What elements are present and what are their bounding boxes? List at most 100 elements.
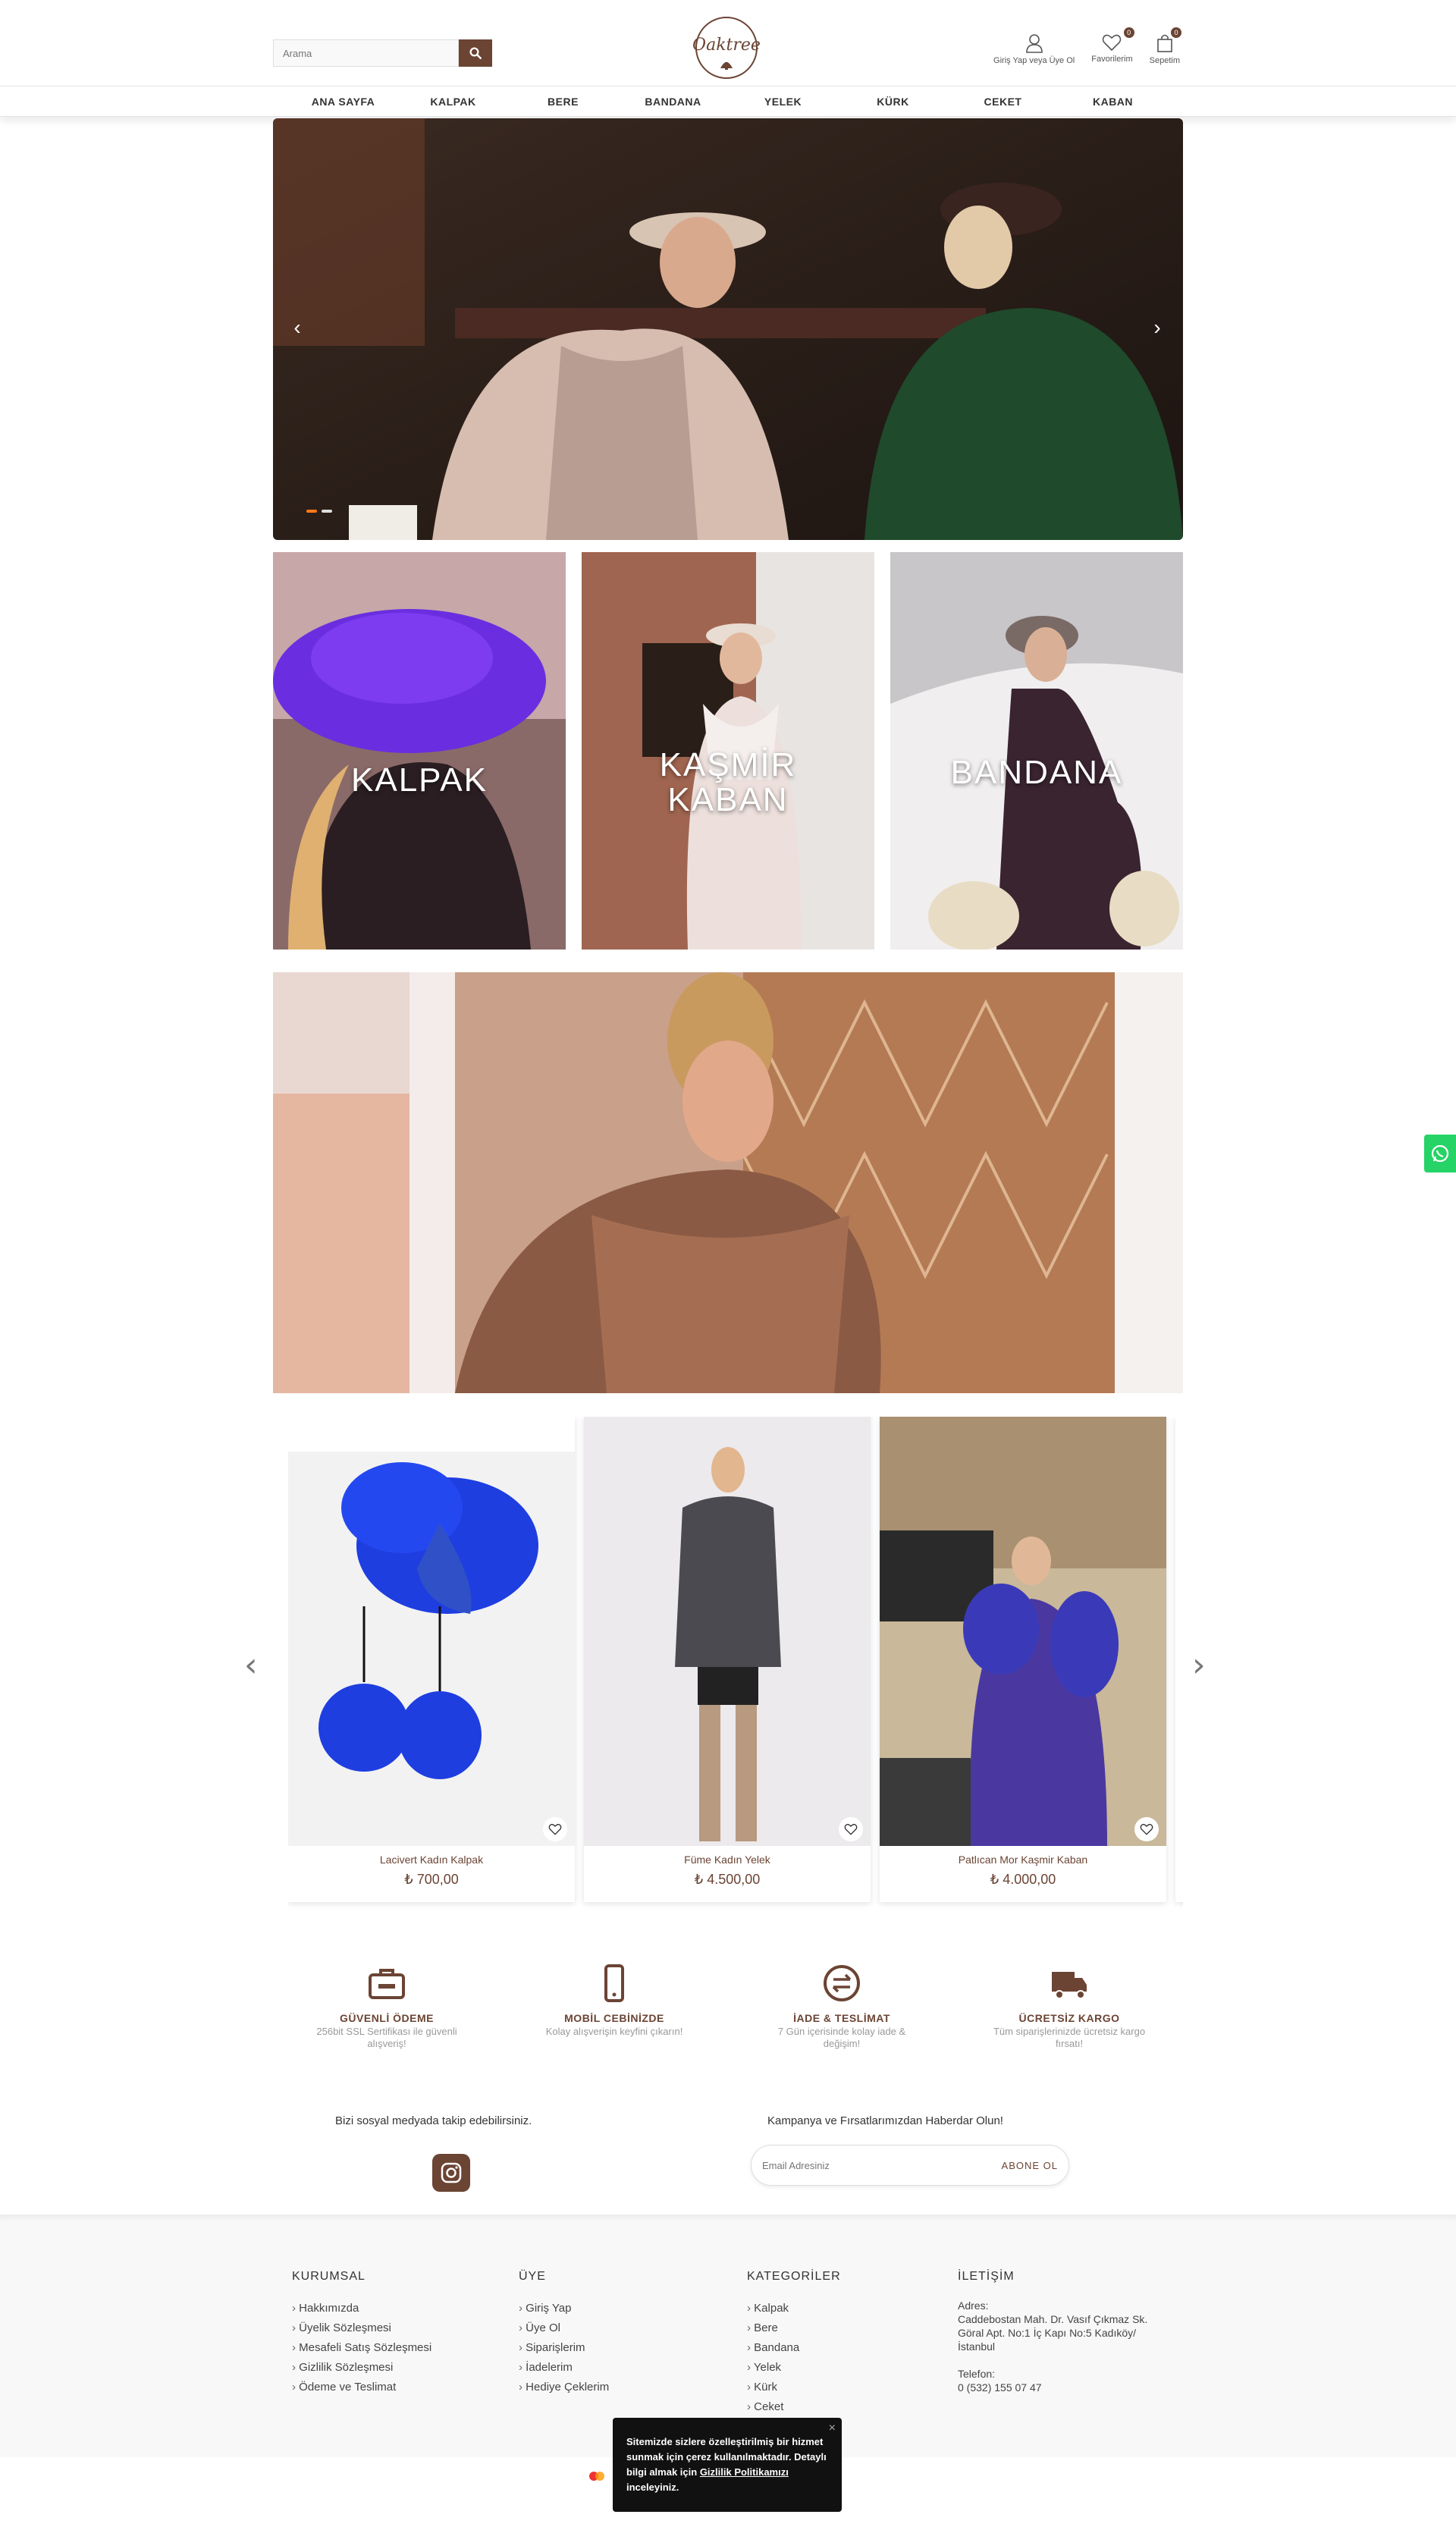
search-input[interactable] bbox=[273, 39, 459, 67]
product-card[interactable]: Lacivert Kadın Kalpak ₺ 700,00 bbox=[288, 1417, 575, 1902]
nav-item-bandana[interactable]: BANDANA bbox=[618, 96, 728, 108]
product-image[interactable] bbox=[584, 1417, 871, 1846]
product-name[interactable]: Lacivert Kadın Kalpak bbox=[288, 1854, 575, 1866]
header-actions: Giriş Yap veya Üye Ol 0 Favorilerim 0 Se… bbox=[993, 27, 1181, 65]
heart-icon bbox=[1103, 34, 1122, 52]
heart-icon bbox=[844, 1823, 858, 1835]
footer-member: ÜYE Giriş Yap Üye Ol Siparişlerim İadele… bbox=[519, 2270, 609, 2397]
favorites-count-badge: 0 bbox=[1123, 27, 1134, 38]
user-icon bbox=[1025, 34, 1043, 53]
footer-link[interactable]: İadelerim bbox=[519, 2358, 609, 2378]
footer-link[interactable]: Üye Ol bbox=[519, 2318, 609, 2338]
heart-icon bbox=[1140, 1823, 1153, 1835]
footer-link[interactable]: Kalpak bbox=[747, 2299, 841, 2318]
cookie-notice: × Sitemizde sizlere özelleştirilmiş bir … bbox=[613, 2418, 842, 2512]
social-title: Bizi sosyal medyada takip edebilirsiniz. bbox=[335, 2114, 532, 2127]
hero-slider-image[interactable] bbox=[273, 118, 1183, 540]
search-form bbox=[273, 39, 492, 67]
product-image[interactable] bbox=[880, 1417, 1166, 1846]
product-card-partial[interactable] bbox=[1175, 1417, 1183, 1902]
product-name[interactable]: Füme Kadın Yelek bbox=[584, 1854, 871, 1866]
feature-title: MOBİL CEBİNİZDE bbox=[564, 2012, 664, 2024]
site-header: Oaktree Giriş Yap veya Üye Ol 0 Favorile… bbox=[0, 0, 1456, 86]
footer-link[interactable]: Mesafeli Satış Sözleşmesi bbox=[292, 2338, 431, 2358]
briefcase-icon bbox=[369, 1969, 405, 1999]
mastercard-icon bbox=[589, 2472, 604, 2481]
hero-prev-arrow[interactable]: ‹ bbox=[285, 312, 309, 343]
footer-link[interactable]: Kürk bbox=[747, 2378, 841, 2397]
footer-link[interactable]: Bandana bbox=[747, 2338, 841, 2358]
feature-secure-payment: GÜVENLİ ÖDEME 256bit SSL Sertifikası ile… bbox=[303, 1964, 470, 2050]
category-tile-kalpak[interactable]: KALPAK bbox=[273, 552, 566, 950]
feature-mobile: MOBİL CEBİNİZDE Kolay alışverişin keyfin… bbox=[531, 1964, 698, 2050]
carousel-prev-arrow[interactable]: ‹ bbox=[244, 1646, 258, 1684]
footer-link[interactable]: Hakkımızda bbox=[292, 2299, 431, 2318]
product-price: ₺ 4.000,00 bbox=[990, 1872, 1056, 1887]
heart-icon bbox=[548, 1823, 562, 1835]
hero-next-arrow[interactable]: › bbox=[1145, 312, 1169, 343]
hero-dot[interactable] bbox=[322, 510, 332, 513]
add-to-favorites-button[interactable] bbox=[839, 1817, 863, 1841]
footer-link[interactable]: Yelek bbox=[747, 2358, 841, 2378]
add-to-favorites-button[interactable] bbox=[543, 1817, 567, 1841]
cart-link[interactable]: 0 Sepetim bbox=[1149, 27, 1181, 65]
footer-link[interactable]: Gizlilik Sözleşmesi bbox=[292, 2358, 431, 2378]
newsletter-email-input[interactable] bbox=[762, 2159, 1002, 2171]
footer-col-title: KATEGORİLER bbox=[747, 2270, 841, 2283]
nav-item-home[interactable]: ANA SAYFA bbox=[288, 96, 398, 108]
phone-label: Telefon: bbox=[958, 2368, 996, 2380]
footer-categories: KATEGORİLER Kalpak Bere Bandana Yelek Kü… bbox=[747, 2270, 841, 2417]
nav-item-ceket[interactable]: CEKET bbox=[948, 96, 1058, 108]
newsletter-form: ABONE OL bbox=[751, 2145, 1069, 2186]
nav-item-kalpak[interactable]: KALPAK bbox=[398, 96, 508, 108]
favorites-link[interactable]: 0 Favorilerim bbox=[1091, 27, 1134, 64]
feature-desc: Tüm siparişlerinizde ücretsiz kargo fırs… bbox=[993, 2026, 1146, 2049]
category-tile-kasmir-kaban[interactable]: KAŞMİR KABAN bbox=[582, 552, 874, 950]
product-price: ₺ 4.500,00 bbox=[694, 1872, 761, 1887]
category-label: KAŞMİR KABAN bbox=[659, 746, 797, 818]
shopping-bag-icon bbox=[1157, 34, 1172, 52]
footer-link[interactable]: Siparişlerim bbox=[519, 2338, 609, 2358]
close-icon[interactable]: × bbox=[829, 2421, 836, 2436]
category-label: BANDANA bbox=[950, 754, 1123, 791]
cart-label: Sepetim bbox=[1149, 56, 1180, 65]
product-card[interactable]: Patlıcan Mor Kaşmir Kaban ₺ 4.000,00 bbox=[880, 1417, 1166, 1902]
carousel-next-arrow[interactable]: › bbox=[1192, 1646, 1206, 1684]
favorites-label: Favorilerim bbox=[1091, 55, 1133, 64]
product-price: ₺ 700,00 bbox=[404, 1872, 459, 1887]
product-name[interactable]: Patlıcan Mor Kaşmir Kaban bbox=[880, 1854, 1166, 1866]
feature-title: ÜCRETSİZ KARGO bbox=[1018, 2012, 1120, 2024]
category-tile-bandana[interactable]: BANDANA bbox=[890, 552, 1183, 950]
hero-dot[interactable] bbox=[306, 510, 317, 513]
search-button[interactable] bbox=[459, 39, 492, 67]
whatsapp-button[interactable] bbox=[1424, 1135, 1456, 1172]
add-to-favorites-button[interactable] bbox=[1134, 1817, 1159, 1841]
instagram-link[interactable] bbox=[432, 2154, 470, 2192]
footer-link[interactable]: Ceket bbox=[747, 2397, 841, 2417]
nav-item-kurk[interactable]: KÜRK bbox=[838, 96, 948, 108]
footer-link[interactable]: Hediye Çeklerim bbox=[519, 2378, 609, 2397]
product-card[interactable]: Füme Kadın Yelek ₺ 4.500,00 bbox=[584, 1417, 871, 1902]
exchange-icon bbox=[824, 1965, 860, 2001]
footer-link[interactable]: Üyelik Sözleşmesi bbox=[292, 2318, 431, 2338]
whatsapp-icon bbox=[1431, 1144, 1449, 1163]
account-link[interactable]: Giriş Yap veya Üye Ol bbox=[993, 33, 1075, 65]
privacy-policy-link[interactable]: Gizlilik Politikamızı bbox=[700, 2466, 789, 2478]
site-logo[interactable]: Oaktree bbox=[690, 15, 763, 80]
footer-corporate: KURUMSAL Hakkımızda Üyelik Sözleşmesi Me… bbox=[292, 2270, 431, 2397]
footer-col-title: KURUMSAL bbox=[292, 2270, 366, 2283]
phone-number[interactable]: 0 (532) 155 07 47 bbox=[958, 2381, 1170, 2394]
product-image[interactable] bbox=[288, 1417, 575, 1846]
feature-desc: 7 Gün içerisinde kolay iade & değişim! bbox=[777, 2026, 906, 2049]
footer-link[interactable]: Bere bbox=[747, 2318, 841, 2338]
footer-col-title: ÜYE bbox=[519, 2270, 546, 2283]
nav-item-kaban[interactable]: KABAN bbox=[1058, 96, 1168, 108]
product-carousel: Lacivert Kadın Kalpak ₺ 700,00 Füme Kadı… bbox=[288, 1417, 1183, 1913]
footer-link[interactable]: Ödeme ve Teslimat bbox=[292, 2378, 431, 2397]
subscribe-button[interactable]: ABONE OL bbox=[1001, 2159, 1058, 2171]
nav-item-bere[interactable]: BERE bbox=[508, 96, 618, 108]
footer-link[interactable]: Giriş Yap bbox=[519, 2299, 609, 2318]
promo-banner-image[interactable] bbox=[273, 972, 1183, 1393]
nav-item-yelek[interactable]: YELEK bbox=[728, 96, 838, 108]
feature-title: GÜVENLİ ÖDEME bbox=[340, 2012, 434, 2024]
